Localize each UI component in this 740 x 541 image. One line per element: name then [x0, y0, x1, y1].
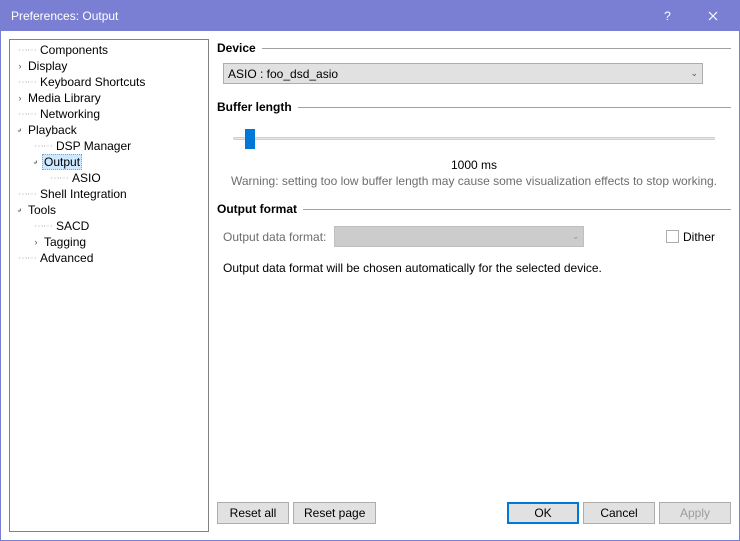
chevron-down-icon: ⌄ — [572, 231, 580, 242]
buffer-slider[interactable] — [223, 126, 725, 152]
buffer-warning: Warning: setting too low buffer length m… — [217, 174, 731, 188]
reset-page-button[interactable]: Reset page — [293, 502, 376, 524]
chevron-right-icon[interactable]: › — [14, 92, 26, 104]
tree-item-dsp-manager[interactable]: ⋯⋯DSP Manager — [10, 138, 208, 154]
cancel-button[interactable]: Cancel — [583, 502, 655, 524]
reset-all-button[interactable]: Reset all — [217, 502, 289, 524]
tree-item-keyboard[interactable]: ⋯⋯Keyboard Shortcuts — [10, 74, 208, 90]
titlebar: Preferences: Output ? — [1, 1, 739, 31]
tree-item-networking[interactable]: ⋯⋯Networking — [10, 106, 208, 122]
tree-item-shell-integration[interactable]: ⋯⋯Shell Integration — [10, 186, 208, 202]
chevron-down-icon: ⌄ — [690, 68, 698, 79]
help-button[interactable]: ? — [645, 1, 690, 31]
dither-checkbox[interactable] — [666, 230, 679, 243]
chevron-right-icon[interactable]: › — [30, 236, 42, 248]
device-selected-value: ASIO : foo_dsd_asio — [228, 67, 338, 81]
help-icon: ? — [664, 9, 671, 23]
output-format-note: Output data format will be chosen automa… — [223, 261, 725, 275]
tree-item-output[interactable]: ›Output — [10, 154, 208, 170]
tree-item-tagging[interactable]: ›Tagging — [10, 234, 208, 250]
dither-label: Dither — [683, 230, 715, 244]
buffer-group-title: Buffer length — [217, 100, 731, 114]
output-format-dropdown: ⌄ — [334, 226, 584, 247]
output-format-label: Output data format: — [223, 230, 326, 244]
device-group-title: Device — [217, 41, 731, 55]
ok-button[interactable]: OK — [507, 502, 579, 524]
tree-item-media-library[interactable]: ›Media Library — [10, 90, 208, 106]
output-format-group-title: Output format — [217, 202, 731, 216]
nav-tree[interactable]: ⋯⋯Components ›Display ⋯⋯Keyboard Shortcu… — [9, 39, 209, 532]
tree-item-advanced[interactable]: ⋯⋯Advanced — [10, 250, 208, 266]
close-button[interactable] — [690, 1, 735, 31]
tree-item-playback[interactable]: ›Playback — [10, 122, 208, 138]
device-dropdown[interactable]: ASIO : foo_dsd_asio ⌄ — [223, 63, 703, 84]
tree-item-sacd[interactable]: ⋯⋯SACD — [10, 218, 208, 234]
tree-item-components[interactable]: ⋯⋯Components — [10, 42, 208, 58]
close-icon — [708, 11, 718, 21]
tree-item-display[interactable]: ›Display — [10, 58, 208, 74]
slider-track — [233, 137, 715, 140]
apply-button[interactable]: Apply — [659, 502, 731, 524]
window-title: Preferences: Output — [11, 9, 645, 23]
slider-thumb[interactable] — [245, 129, 255, 149]
tree-item-tools[interactable]: ›Tools — [10, 202, 208, 218]
dialog-footer: Reset all Reset page OK Cancel Apply — [217, 496, 731, 532]
tree-item-asio[interactable]: ⋯⋯ASIO — [10, 170, 208, 186]
buffer-value-label: 1000 ms — [217, 158, 731, 172]
chevron-right-icon[interactable]: › — [14, 60, 26, 72]
